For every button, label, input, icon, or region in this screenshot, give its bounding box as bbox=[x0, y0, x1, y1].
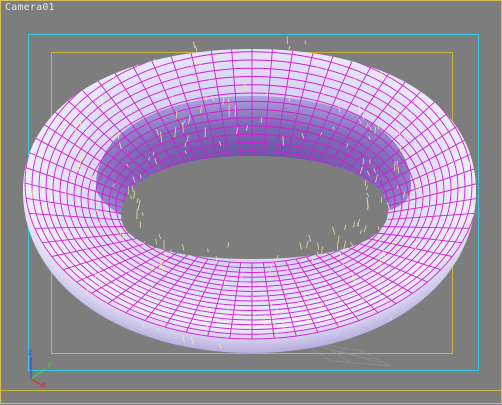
hair-strand bbox=[159, 234, 160, 239]
axis-y-label: y bbox=[47, 360, 52, 369]
hair-strand bbox=[156, 239, 157, 244]
hair-strand bbox=[195, 45, 197, 51]
hair-strand bbox=[367, 185, 368, 190]
hair-strand bbox=[134, 191, 135, 199]
hair-strand bbox=[309, 235, 311, 242]
hair-strand bbox=[322, 247, 323, 253]
wire-ring bbox=[137, 159, 367, 263]
hair-strand bbox=[300, 242, 302, 249]
hair-strand bbox=[318, 243, 319, 250]
torus-scene: z y x bbox=[1, 1, 502, 405]
hair-strand bbox=[306, 241, 308, 249]
hair-strand bbox=[354, 221, 355, 227]
hair-strand bbox=[194, 42, 195, 49]
hair-strand bbox=[358, 219, 360, 226]
hair-strand bbox=[140, 222, 141, 229]
axis-x-label: x bbox=[42, 380, 47, 389]
hair-strand bbox=[138, 200, 140, 210]
hair-strand bbox=[289, 46, 291, 50]
hair-strand bbox=[228, 242, 229, 248]
hair-strand bbox=[350, 242, 352, 246]
axis-y-line bbox=[31, 369, 45, 379]
hair-strand bbox=[345, 225, 346, 230]
axis-z-label: z bbox=[28, 348, 32, 357]
camera-viewport[interactable]: Camera01 bbox=[0, 0, 502, 404]
hair-strand bbox=[182, 244, 184, 250]
hair-strand bbox=[344, 241, 346, 250]
hair-strand bbox=[208, 249, 209, 253]
hair-strand bbox=[364, 226, 366, 232]
axis-gizmo: z y x bbox=[28, 348, 52, 389]
hair-strand bbox=[338, 235, 340, 245]
hair-strand bbox=[333, 227, 335, 235]
hair-strand bbox=[360, 230, 361, 234]
hair-strand bbox=[137, 198, 139, 203]
hair-strand bbox=[367, 193, 368, 197]
